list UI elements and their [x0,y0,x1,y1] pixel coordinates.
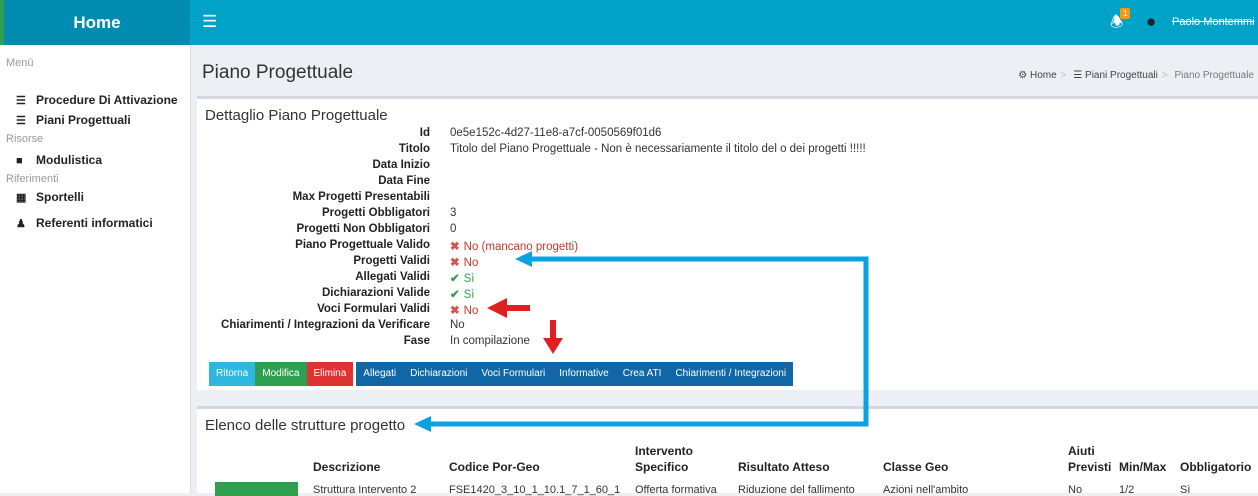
blue-annotation-arrow [430,256,869,427]
red-arrow-shaft [550,320,556,340]
blue-arrowhead [515,251,532,267]
red-arrowhead [487,298,507,318]
annotation-overlay [414,251,869,432]
blue-arrowhead [414,416,431,432]
red-arrow-shaft [506,305,530,311]
red-arrowhead [543,338,563,354]
